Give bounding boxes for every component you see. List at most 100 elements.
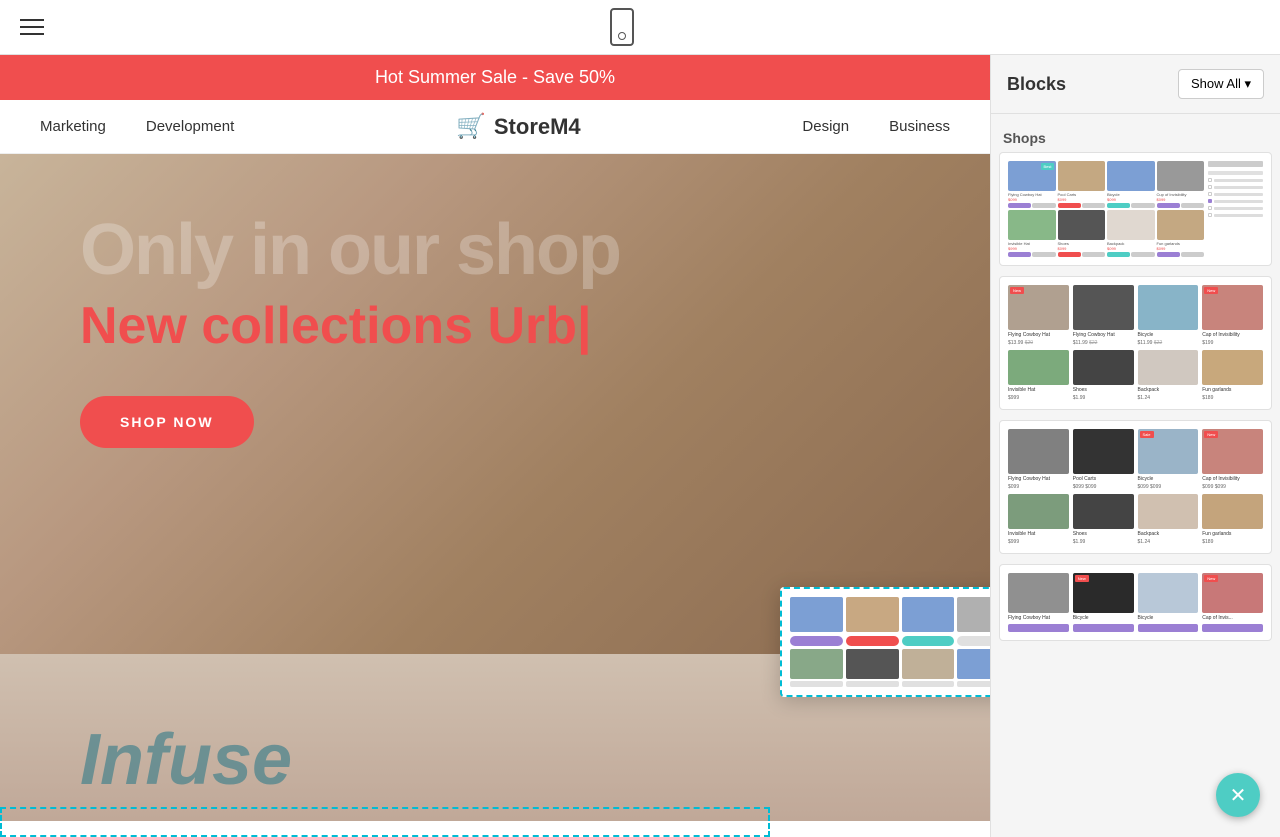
shop-img-3-4: New xyxy=(1202,429,1263,474)
panel-header: Blocks Show All ▾ xyxy=(991,55,1280,114)
shop-img-4-4: New xyxy=(1202,573,1263,613)
shop-price-3-7: $1.24 xyxy=(1138,539,1199,545)
filter-check-row-3 xyxy=(1208,192,1263,196)
shop-item-t1-4: Cup of Invisibility $099 xyxy=(1157,161,1205,208)
nav-link-business[interactable]: Business xyxy=(889,118,950,135)
shop-img-2-2 xyxy=(1073,285,1134,330)
filter-title-bar xyxy=(1208,161,1263,167)
close-fab-button[interactable]: ✕ xyxy=(1216,773,1260,817)
shop-img-t1-1: Best xyxy=(1008,161,1056,191)
add-cart-btn-4-2[interactable] xyxy=(1073,624,1134,632)
filter-check-row-2 xyxy=(1208,185,1263,189)
btn5 xyxy=(1107,203,1130,208)
shop-price-t1-6: $099 xyxy=(1058,246,1106,251)
btn10 xyxy=(1032,252,1055,257)
btn6 xyxy=(1131,203,1154,208)
add-cart-btn-4-1[interactable] xyxy=(1008,624,1069,632)
shop-side-filter-1 xyxy=(1208,161,1263,257)
fp-btn-row-1 xyxy=(790,636,990,646)
fp-btn-red xyxy=(846,636,899,646)
btn16 xyxy=(1181,252,1204,257)
nav-link-development[interactable]: Development xyxy=(146,118,234,135)
nav-links-right: Design Business xyxy=(802,118,950,135)
shop-img-4-3 xyxy=(1138,573,1199,613)
block-thumbnail-3[interactable]: Flying Cowboy Hat $099 Pool Carts $099 $… xyxy=(999,420,1272,554)
shop-price-3-4: $099 $099 xyxy=(1202,484,1263,490)
shop-price-3-2: $099 $099 xyxy=(1073,484,1134,490)
filter-checkbox-2 xyxy=(1208,185,1212,189)
shop-name-3-7: Backpack xyxy=(1138,531,1199,537)
shop-name-2-8: Fun garlands xyxy=(1202,387,1263,393)
shop-name-3-1: Flying Cowboy Hat xyxy=(1008,476,1069,482)
shop-item-2-8: Fun garlands $189 xyxy=(1202,350,1263,401)
nav-link-marketing[interactable]: Marketing xyxy=(40,118,106,135)
hero-subtitle: New collections Urb| xyxy=(80,296,910,356)
block-thumbnail-4[interactable]: Flying Cowboy Hat New Bicycle xyxy=(999,564,1272,641)
fp-grid-top xyxy=(790,597,990,632)
shop-price-t1-3: $099 xyxy=(1107,197,1155,202)
filter-bar-1 xyxy=(1208,171,1263,175)
shop-img-t1-6 xyxy=(1058,210,1106,240)
shop-name-2-5: Invisible Hat xyxy=(1008,387,1069,393)
shop-price-3-8: $189 xyxy=(1202,539,1263,545)
price-with-cart-1 xyxy=(1008,624,1069,632)
filter-check-label-4 xyxy=(1214,200,1263,203)
show-all-button[interactable]: Show All ▾ xyxy=(1178,69,1264,99)
fp-label-4 xyxy=(957,681,990,687)
shop-price-2-5: $999 xyxy=(1008,395,1069,401)
fp-item-4 xyxy=(957,597,990,632)
filter-check-label-1 xyxy=(1214,179,1263,182)
shop-name-3-3: Bicycle xyxy=(1138,476,1199,482)
shop-price-3-5: $999 xyxy=(1008,539,1069,545)
add-cart-btn-4-3[interactable] xyxy=(1138,624,1199,632)
shop-img-t1-4 xyxy=(1157,161,1205,191)
shop-name-3-5: Invisible Hat xyxy=(1008,531,1069,537)
fp-label-1 xyxy=(790,681,843,687)
shop-item-t1-7: Backpack $099 xyxy=(1107,210,1155,257)
shop-price-2-1: $13.99 $20 xyxy=(1008,340,1069,346)
shop-btns-t1-6 xyxy=(1058,252,1106,257)
btn8 xyxy=(1181,203,1204,208)
shop-btns-t1-7 xyxy=(1107,252,1155,257)
block-thumbnail-2[interactable]: New Flying Cowboy Hat $13.99 $20 Flying … xyxy=(999,276,1272,410)
btn4 xyxy=(1082,203,1105,208)
filter-check-label-3 xyxy=(1214,193,1263,196)
shop-price-t1-8: $099 xyxy=(1157,246,1205,251)
shop-name-2-7: Backpack xyxy=(1138,387,1199,393)
shop-now-button[interactable]: SHOP NOW xyxy=(80,396,254,448)
logo-cart-icon: 🛒 xyxy=(456,112,486,141)
btn12 xyxy=(1082,252,1105,257)
add-cart-btn-4-4[interactable] xyxy=(1202,624,1263,632)
nav-link-design[interactable]: Design xyxy=(802,118,849,135)
shop-price-t1-5: $999 xyxy=(1008,246,1056,251)
panel-content[interactable]: Shops Best Flying Cowboy Hat $099 xyxy=(991,114,1280,837)
shop-block-grid-3: Flying Cowboy Hat $099 Pool Carts $099 $… xyxy=(1008,429,1263,545)
shop-name-2-6: Shoes xyxy=(1073,387,1134,393)
shop-item-3-1: Flying Cowboy Hat $099 xyxy=(1008,429,1069,490)
top-toolbar xyxy=(0,0,1280,55)
shop-img-t1-2 xyxy=(1058,161,1106,191)
canvas-area: Hot Summer Sale - Save 50% Marketing Dev… xyxy=(0,55,990,837)
fp-bottom-2 xyxy=(846,649,899,679)
hero-subtitle-accent: Urb| xyxy=(487,297,591,355)
shop-price-t1-7: $099 xyxy=(1107,246,1155,251)
fp-label-row xyxy=(790,681,990,687)
new-badge-1: New xyxy=(1010,287,1024,294)
shop-img-3-3: Sale xyxy=(1138,429,1199,474)
hamburger-menu[interactable] xyxy=(20,19,44,35)
shop-price-2-4: $199 xyxy=(1202,340,1263,346)
shop-img-t1-3 xyxy=(1107,161,1155,191)
shop-price-2-7: $1.24 xyxy=(1138,395,1199,401)
announcement-bar: Hot Summer Sale - Save 50% xyxy=(0,55,990,100)
shop-img-4-2: New xyxy=(1073,573,1134,613)
shop-price-2-8: $189 xyxy=(1202,395,1263,401)
shop-img-2-8 xyxy=(1202,350,1263,385)
fp-bottom-1 xyxy=(790,649,843,679)
shop-price-2-3: $11.99 $22 xyxy=(1138,340,1199,346)
btn15 xyxy=(1157,252,1180,257)
block-thumbnail-1[interactable]: Best Flying Cowboy Hat $099 Pool Carts $… xyxy=(999,152,1272,266)
shop-item-3-8: Fun garlands $189 xyxy=(1202,494,1263,545)
shop-name-4-3: Bicycle xyxy=(1138,615,1199,621)
shop-name-4-4: Cap of Invis... xyxy=(1202,615,1263,621)
hero-title: Only in our shop xyxy=(80,214,910,286)
